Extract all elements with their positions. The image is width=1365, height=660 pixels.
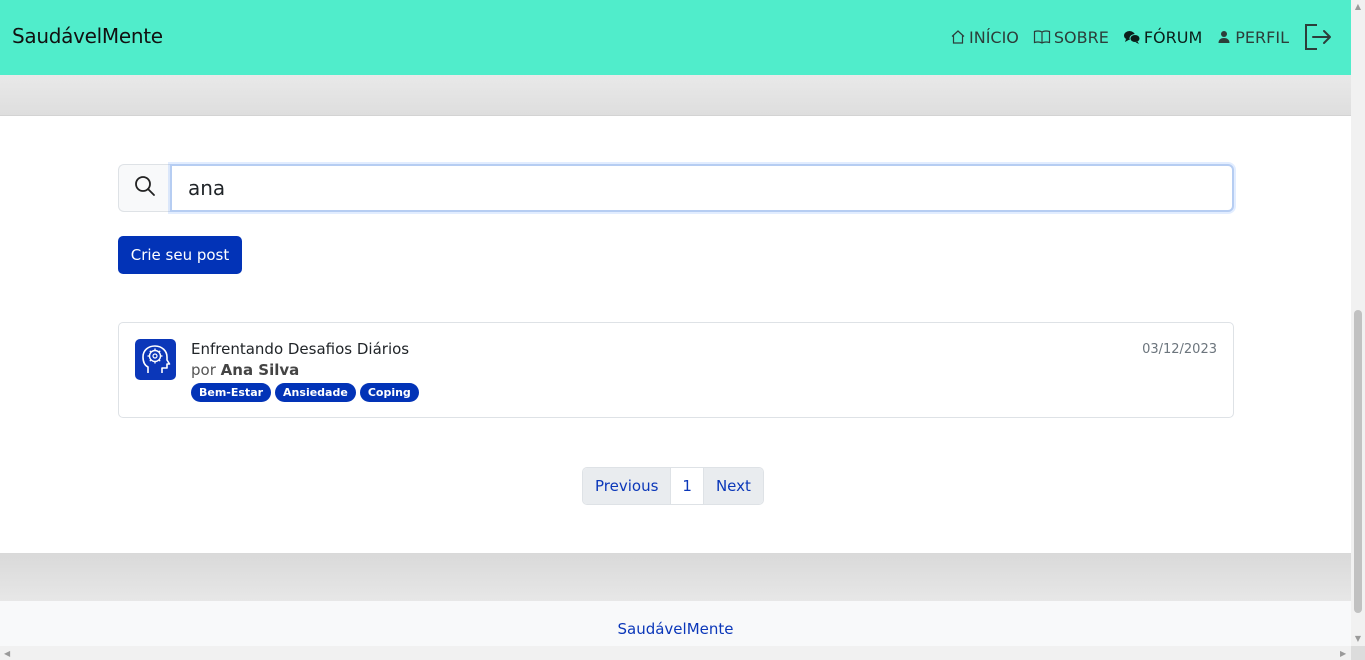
page-footer: SaudávelMente <box>0 601 1351 646</box>
post-title[interactable]: Enfrentando Desafios Diários <box>191 340 409 358</box>
post-author-prefix: por <box>191 361 216 379</box>
pagination-next[interactable]: Next <box>703 468 763 504</box>
main-nav: INÍCIO SOBRE FÓRUM PERFIL <box>936 23 1333 51</box>
vertical-scroll-thumb[interactable] <box>1354 310 1362 613</box>
nav-label-perfil: PERFIL <box>1235 27 1289 47</box>
tag-badge[interactable]: Ansiedade <box>275 383 356 402</box>
post-tags: Bem-Estar Ansiedade Coping <box>191 383 423 402</box>
create-post-button[interactable]: Crie seu post <box>118 236 242 274</box>
nav-label-inicio: INÍCIO <box>969 27 1019 47</box>
brain-head-icon <box>135 339 176 380</box>
scroll-left-arrow-icon[interactable]: ◀ <box>4 649 10 658</box>
post-author-name: Ana Silva <box>220 361 300 379</box>
nav-item-perfil[interactable]: PERFIL <box>1216 28 1289 47</box>
top-navbar: SaudávelMente INÍCIO SOBRE FÓRUM PERFIL <box>0 0 1351 75</box>
nav-label-sobre: SOBRE <box>1053 27 1109 47</box>
person-icon <box>1216 29 1232 45</box>
tag-badge[interactable]: Bem-Estar <box>191 383 272 402</box>
house-icon <box>950 29 966 45</box>
horizontal-scrollbar[interactable]: ◀ ▶ <box>0 646 1351 660</box>
nav-item-sobre[interactable]: SOBRE <box>1033 28 1109 47</box>
pagination: Previous 1 Next <box>582 467 764 505</box>
search-icon <box>134 175 156 201</box>
scroll-right-arrow-icon[interactable]: ▶ <box>1340 649 1346 658</box>
book-icon <box>1033 29 1051 45</box>
nav-item-inicio[interactable]: INÍCIO <box>950 28 1019 47</box>
tag-badge[interactable]: Coping <box>359 383 419 402</box>
pagination-page-1[interactable]: 1 <box>670 468 704 504</box>
search-addon <box>118 164 170 212</box>
bottom-shadow-band <box>0 553 1351 601</box>
nav-label-forum: FÓRUM <box>1143 27 1203 47</box>
browser-viewport: SaudávelMente INÍCIO SOBRE FÓRUM PERFIL … <box>0 0 1351 646</box>
nav-item-forum[interactable]: FÓRUM <box>1123 28 1202 47</box>
search-input[interactable] <box>170 164 1234 212</box>
scroll-down-arrow-icon[interactable]: ▼ <box>1354 635 1362 643</box>
scrollbar-corner <box>1351 646 1365 660</box>
chat-bubbles-icon <box>1123 29 1141 45</box>
scroll-up-arrow-icon[interactable]: ▲ <box>1354 3 1362 11</box>
vertical-scrollbar[interactable]: ▲ ▼ <box>1351 0 1365 646</box>
logout-icon[interactable] <box>1303 23 1333 51</box>
post-date: 03/12/2023 <box>1142 342 1217 357</box>
search-group <box>118 164 1234 212</box>
forum-main-content: Crie seu post Enfrentando Desafios Diári… <box>0 116 1351 553</box>
brand-logo[interactable]: SaudávelMente <box>12 24 163 48</box>
footer-brand-link[interactable]: SaudávelMente <box>0 620 1351 638</box>
post-card[interactable]: Enfrentando Desafios Diários por Ana Sil… <box>118 322 1234 418</box>
post-author: por Ana Silva <box>191 361 299 379</box>
top-shadow-band <box>0 75 1351 116</box>
pagination-previous[interactable]: Previous <box>583 468 671 504</box>
